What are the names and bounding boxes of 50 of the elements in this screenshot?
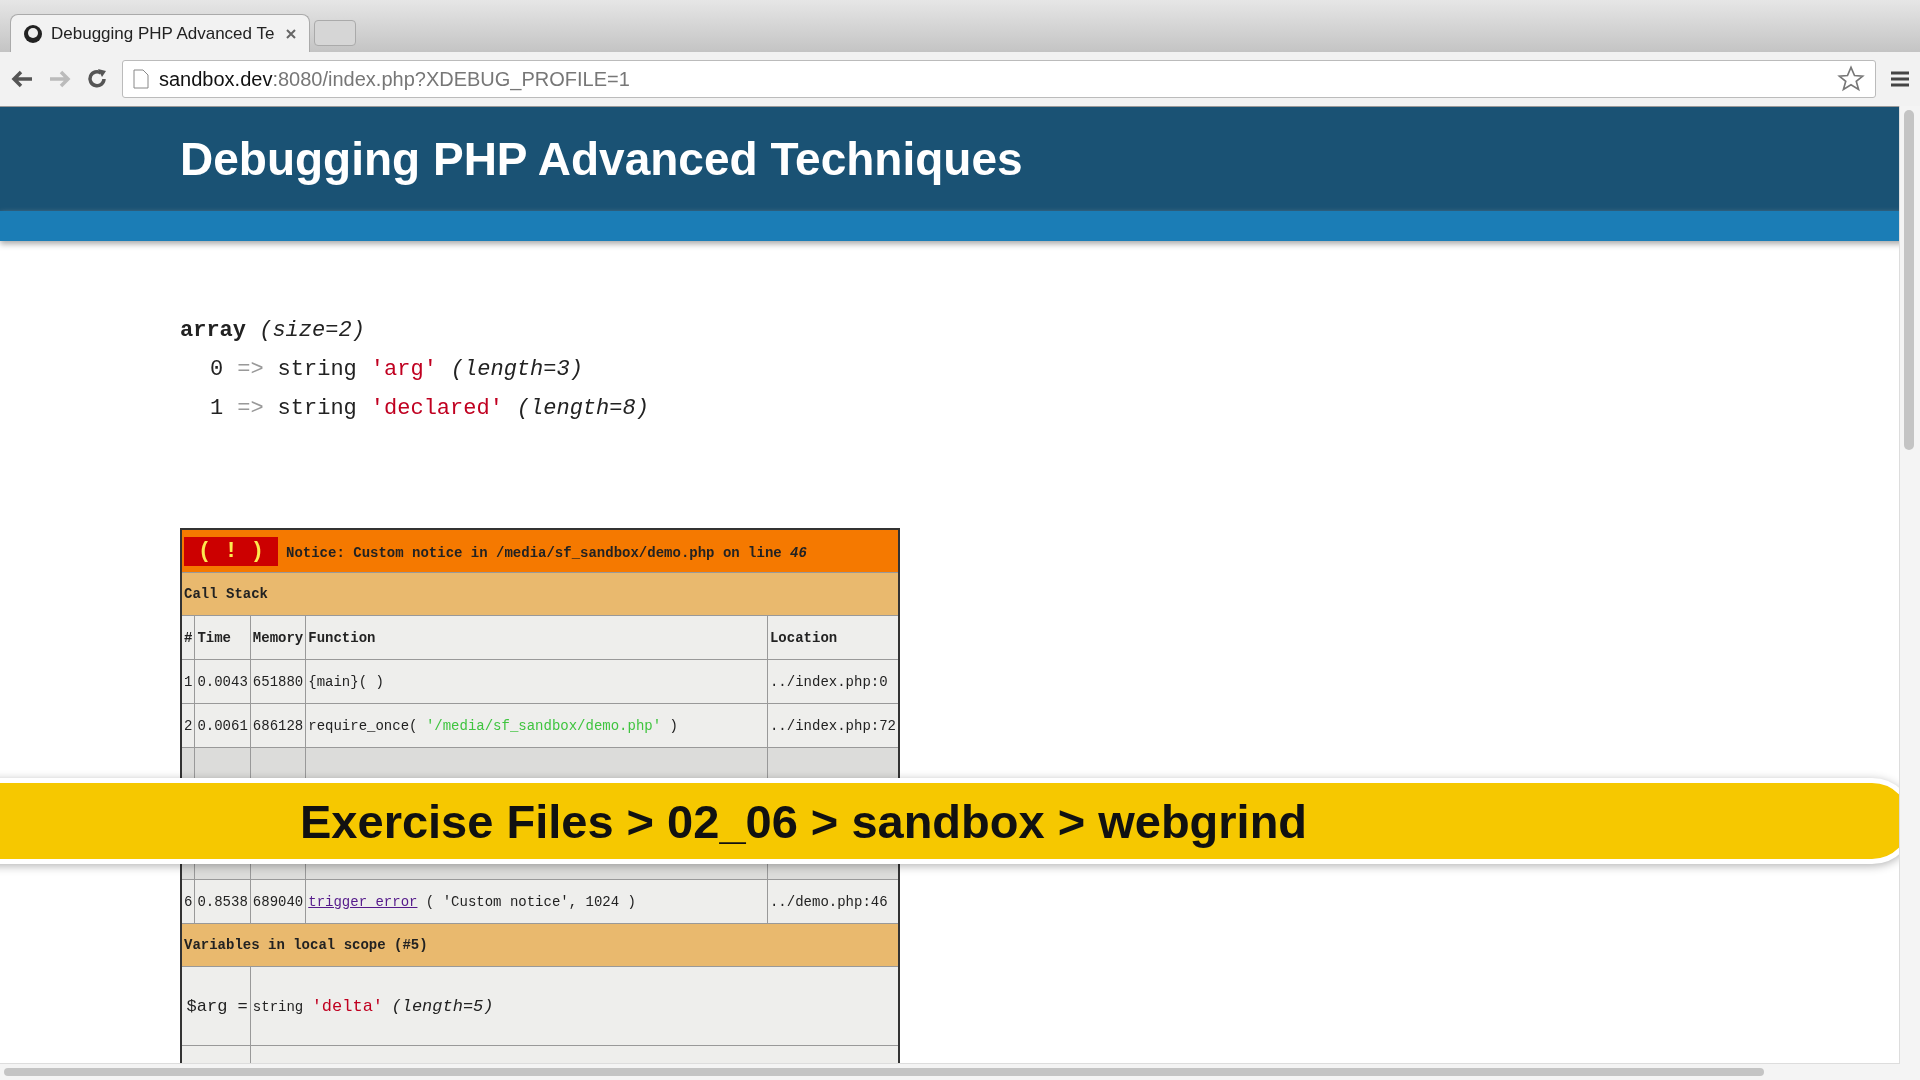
table-cell: trigger_error ( 'Custom notice', 1024 ) xyxy=(305,879,768,924)
table-cell: 686128 xyxy=(250,703,306,748)
dump-meta: (size=2) xyxy=(259,318,365,343)
scrollbar-thumb[interactable] xyxy=(1904,110,1914,450)
column-header: Time xyxy=(194,615,251,660)
variables-title: Variables in local scope (#5) xyxy=(181,923,899,967)
string-value: 'arg' xyxy=(370,356,437,384)
array-key: 0 xyxy=(210,350,224,389)
table-cell: 0.8538 xyxy=(194,879,251,924)
scrollbar-thumb[interactable] xyxy=(4,1068,1764,1076)
reload-icon[interactable] xyxy=(86,68,108,90)
column-header: Memory xyxy=(250,615,306,660)
table-cell: 0.0061 xyxy=(194,703,251,748)
table-cell: 651880 xyxy=(250,659,306,704)
notice-message: ( ! ) Notice: Custom notice in /media/sf_sandbox/demo.php on line 46 xyxy=(181,529,899,573)
address-bar[interactable]: sandbox.dev:8080/index.php?XDEBUG_PROFILE=1 xyxy=(122,60,1876,98)
column-header: Location xyxy=(767,615,899,660)
variable-value: string 'delta' (length=5) xyxy=(250,966,899,1046)
table-cell: 1 xyxy=(181,659,195,704)
value-meta: (length=3) xyxy=(450,356,583,384)
browser-tab[interactable]: Debugging PHP Advanced Te xyxy=(10,14,310,52)
string-value: 'declared' xyxy=(370,395,503,423)
column-header: Function xyxy=(305,615,768,660)
close-icon[interactable] xyxy=(285,27,297,40)
table-cell: 689040 xyxy=(250,879,306,924)
table-cell: ../demo.php:46 xyxy=(767,879,899,924)
function-link[interactable]: trigger_error xyxy=(308,893,418,910)
call-stack-title: Call Stack xyxy=(181,572,899,616)
star-icon[interactable] xyxy=(1837,65,1865,93)
table-cell: 0.0043 xyxy=(194,659,251,704)
array-key: 1 xyxy=(210,389,224,428)
array-arrow: => xyxy=(237,356,264,384)
table-cell: ../index.php:0 xyxy=(767,659,899,704)
dump-type: array xyxy=(180,318,246,343)
back-icon[interactable] xyxy=(10,69,34,89)
value-type: string xyxy=(277,395,357,423)
column-header: # xyxy=(181,615,195,660)
banner-text: Exercise Files > 02_06 > sandbox > webgrind xyxy=(300,793,1308,849)
value-meta: (length=8) xyxy=(516,395,649,423)
table-cell: require_once( '/media/sf_sandbox/demo.php' ) xyxy=(305,703,768,748)
menu-icon[interactable] xyxy=(1890,70,1910,88)
table-cell: 2 xyxy=(181,703,195,748)
value-type: string xyxy=(277,356,357,384)
table-cell: 6 xyxy=(181,879,195,924)
page-icon xyxy=(133,69,149,89)
table-cell: ../index.php:72 xyxy=(767,703,899,748)
table-cell: {main}( ) xyxy=(305,659,768,704)
page-title: Debugging PHP Advanced Techniques xyxy=(180,132,1023,186)
variable-name: $arg = xyxy=(181,966,251,1046)
array-arrow: => xyxy=(237,395,264,423)
